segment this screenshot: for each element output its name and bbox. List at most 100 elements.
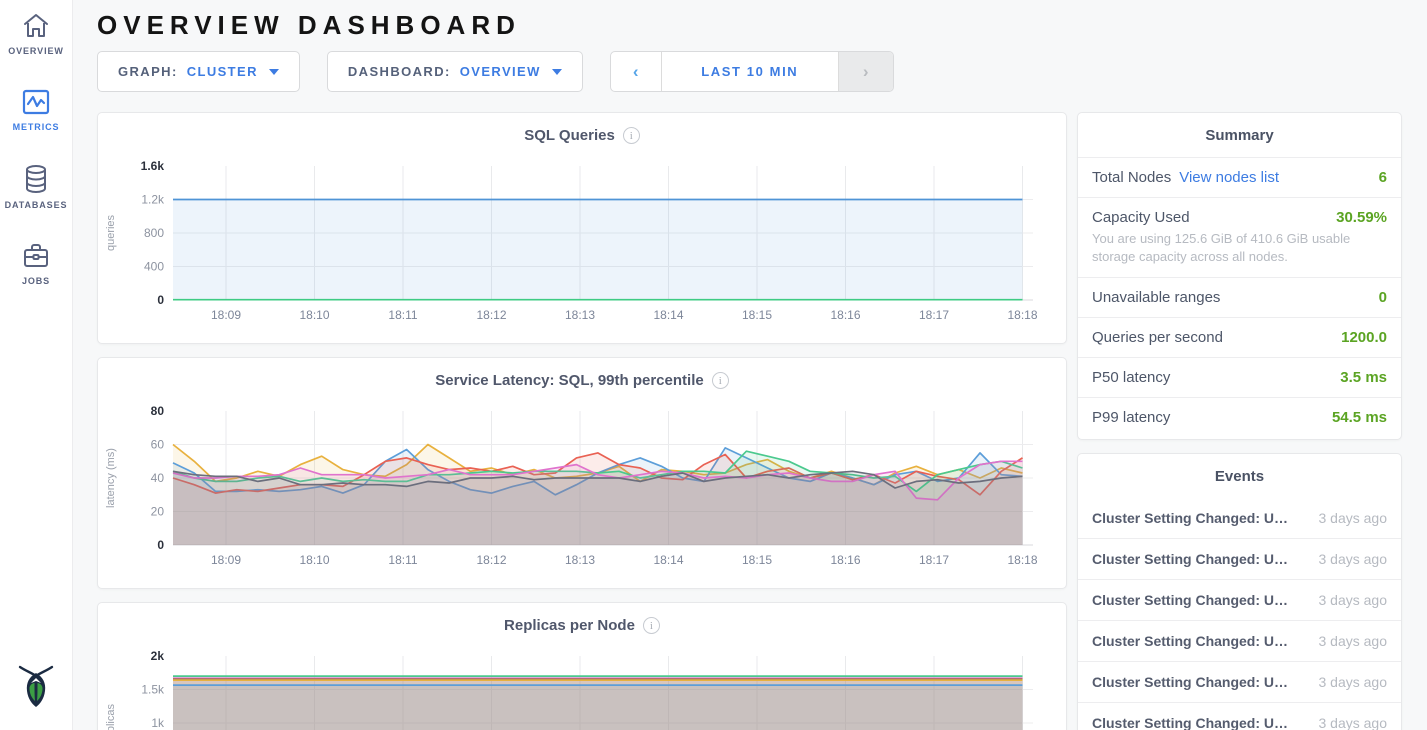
sidebar-item-overview[interactable]: OVERVIEW [8,12,64,56]
event-time: 3 days ago [1319,715,1388,730]
event-text: Cluster Setting Changed: U… [1092,510,1288,526]
sidebar-item-label: JOBS [22,276,50,286]
event-row[interactable]: Cluster Setting Changed: U… 3 days ago [1078,662,1401,703]
cockroachdb-logo[interactable] [14,659,58,716]
charts-column: SQL Queries i 18:09 18:10 18:11 18:12 18:13 1… [97,112,1067,730]
event-time: 3 days ago [1319,510,1388,526]
sql-queries-chart: 18:0918:1018:1118:1218:1318:1418:1518:16… [98,156,1066,335]
capacity-used-description: You are using 125.6 GiB of 410.6 GiB usa… [1092,230,1387,266]
queries-per-second-value: 1200.0 [1341,329,1387,346]
sidebar-item-label: METRICS [13,122,60,132]
event-text: Cluster Setting Changed: U… [1092,633,1288,649]
summary-panel-title: Summary [1078,113,1401,158]
page-title: OVERVIEW DASHBOARD [97,10,1402,41]
svg-text:replicas: replicas [105,704,117,730]
p99-latency-label: P99 latency [1092,409,1170,426]
svg-text:1.5k: 1.5k [141,683,165,697]
event-row[interactable]: Cluster Setting Changed: U… 3 days ago [1078,703,1401,730]
graph-selector-label: GRAPH: [118,64,178,79]
svg-text:latency (ms): latency (ms) [105,448,117,508]
svg-text:18:18: 18:18 [1007,553,1037,567]
time-range-prev-button[interactable]: ‹ [611,52,661,91]
chevron-down-icon [269,69,279,75]
chart-title: Service Latency: SQL, 99th percentile [435,372,703,389]
summary-row-p99-latency: P99 latency 54.5 ms [1078,398,1401,437]
time-range-next-button[interactable]: › [839,52,893,91]
sidebar: OVERVIEW METRICS DATABASES [0,0,73,730]
event-row[interactable]: Cluster Setting Changed: U… 3 days ago [1078,498,1401,539]
svg-text:18:16: 18:16 [830,308,860,322]
chart-title: SQL Queries [524,127,615,144]
event-row[interactable]: Cluster Setting Changed: U… 3 days ago [1078,621,1401,662]
svg-text:2k: 2k [151,649,165,663]
svg-text:60: 60 [151,438,165,452]
toolbar: GRAPH: CLUSTER DASHBOARD: OVERVIEW ‹ LAS… [97,51,1402,92]
metrics-chart-icon [21,88,51,116]
summary-row-capacity: Capacity Used 30.59% You are using 125.6… [1078,198,1401,278]
summary-row-p50-latency: P50 latency 3.5 ms [1078,358,1401,398]
event-time: 3 days ago [1319,674,1388,690]
svg-text:queries: queries [105,214,117,251]
svg-text:18:15: 18:15 [742,308,772,322]
svg-text:1.2k: 1.2k [141,193,165,207]
svg-text:20: 20 [151,505,165,519]
sql-queries-chart-card: SQL Queries i 18:0918:1018:1118:1218:131… [97,112,1067,344]
svg-text:800: 800 [144,226,164,240]
svg-text:18:13: 18:13 [565,553,595,567]
main-content: OVERVIEW DASHBOARD GRAPH: CLUSTER DASHBO… [73,0,1427,730]
svg-text:1.6k: 1.6k [141,159,165,173]
svg-text:40: 40 [151,471,165,485]
unavailable-ranges-value: 0 [1379,289,1387,306]
event-row[interactable]: Cluster Setting Changed: U… 3 days ago [1078,580,1401,621]
event-time: 3 days ago [1319,633,1388,649]
chevron-left-icon: ‹ [633,62,639,82]
briefcase-icon [21,242,51,270]
dashboard-selector-value: OVERVIEW [460,64,541,79]
event-text: Cluster Setting Changed: U… [1092,551,1288,567]
chevron-right-icon: › [863,62,869,82]
time-range-selector[interactable]: LAST 10 MIN [661,52,839,91]
events-panel-title: Events [1078,454,1401,498]
replicas-per-node-chart-card: Replicas per Node i 18:0918:1018:1118:12… [97,602,1067,730]
chart-title: Replicas per Node [504,617,635,634]
right-column: Summary Total Nodes View nodes list 6 Ca… [1077,112,1402,730]
svg-text:18:12: 18:12 [476,308,506,322]
svg-text:18:09: 18:09 [211,553,241,567]
info-icon[interactable]: i [643,617,660,634]
summary-row-unavailable-ranges: Unavailable ranges 0 [1078,278,1401,318]
event-row[interactable]: Cluster Setting Changed: U… 3 days ago [1078,539,1401,580]
svg-text:18:11: 18:11 [388,553,417,567]
sidebar-item-metrics[interactable]: METRICS [13,88,60,132]
svg-text:18:17: 18:17 [919,308,949,322]
svg-text:18:12: 18:12 [476,553,506,567]
dashboard-selector[interactable]: DASHBOARD: OVERVIEW [327,51,583,92]
capacity-used-label: Capacity Used [1092,209,1190,226]
home-icon [21,12,51,40]
sidebar-item-label: OVERVIEW [8,46,64,56]
svg-text:18:09: 18:09 [211,308,241,322]
sidebar-item-label: DATABASES [5,200,68,210]
event-text: Cluster Setting Changed: U… [1092,715,1288,730]
svg-text:400: 400 [144,260,164,274]
svg-text:18:16: 18:16 [830,553,860,567]
sidebar-item-databases[interactable]: DATABASES [5,164,68,210]
svg-text:0: 0 [157,293,164,307]
svg-text:18:18: 18:18 [1007,308,1037,322]
svg-text:18:14: 18:14 [653,553,683,567]
summary-row-queries-per-second: Queries per second 1200.0 [1078,318,1401,358]
graph-selector[interactable]: GRAPH: CLUSTER [97,51,300,92]
events-panel: Events Cluster Setting Changed: U… 3 day… [1077,453,1402,730]
svg-text:18:10: 18:10 [299,553,329,567]
svg-text:80: 80 [151,404,165,418]
svg-text:18:14: 18:14 [653,308,683,322]
info-icon[interactable]: i [623,127,640,144]
svg-text:0: 0 [157,538,164,552]
graph-selector-value: CLUSTER [187,64,258,79]
total-nodes-value: 6 [1379,169,1387,186]
info-icon[interactable]: i [712,372,729,389]
service-latency-chart-card: Service Latency: SQL, 99th percentile i … [97,357,1067,589]
sidebar-item-jobs[interactable]: JOBS [21,242,51,286]
view-nodes-list-link[interactable]: View nodes list [1179,169,1279,186]
svg-text:18:13: 18:13 [565,308,595,322]
event-time: 3 days ago [1319,592,1388,608]
